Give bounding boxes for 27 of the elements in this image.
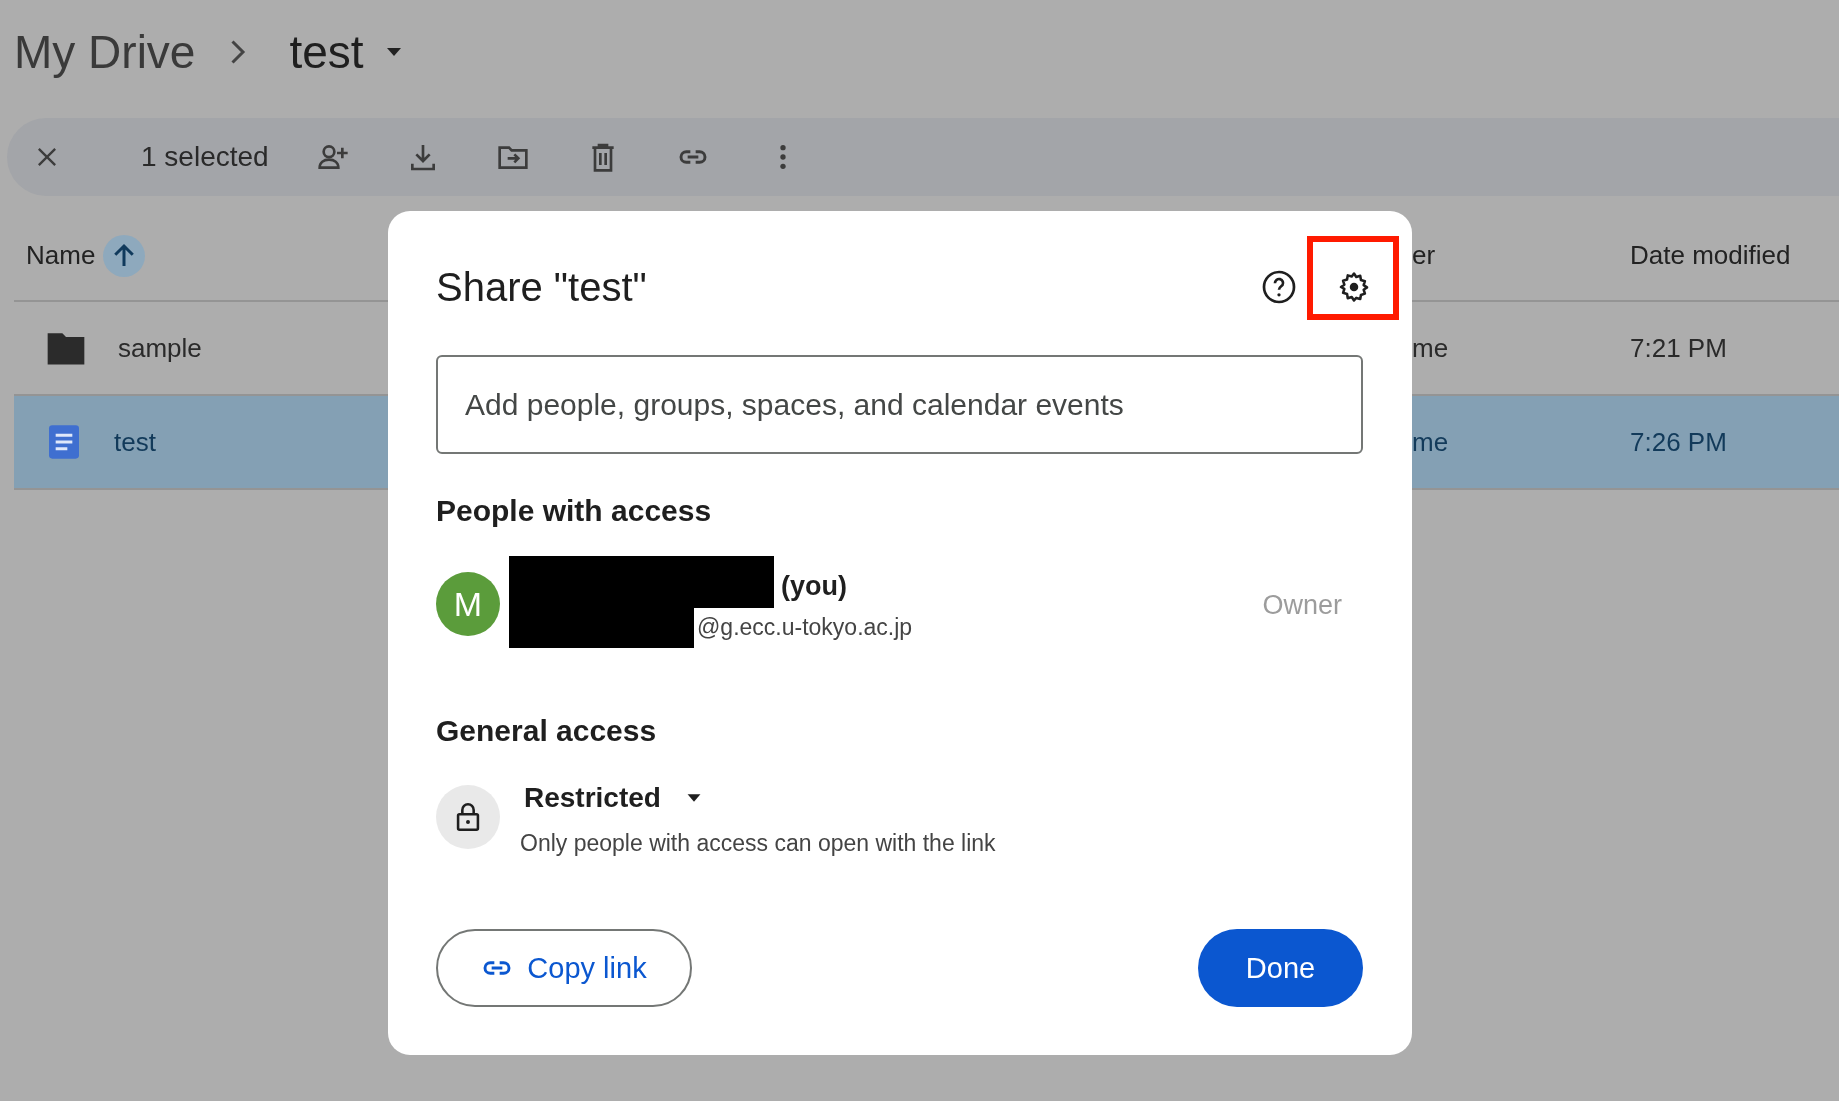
breadcrumb-link[interactable]: My Drive (14, 25, 196, 79)
table-cell-text: me (1412, 332, 1450, 364)
selection-count: 1 selected (141, 141, 269, 173)
section-heading: General access (436, 713, 658, 749)
column-header[interactable]: Date modified (1630, 240, 1839, 271)
done-button[interactable]: Done (1198, 929, 1363, 1007)
folder-title-button[interactable]: test (289, 25, 406, 79)
table-cell-text: me (1412, 426, 1450, 458)
file-name: sample (118, 332, 202, 364)
column-header[interactable]: er (1412, 240, 1630, 271)
column-header[interactable]: Name (26, 240, 96, 271)
person-email: @g.ecc.u-tokyo.ac.jp (697, 614, 913, 641)
table-cell-text: 7:21 PM (1630, 332, 1728, 364)
section-heading: People with access (436, 493, 713, 529)
access-dropdown[interactable]: Restricted (524, 782, 996, 814)
access-description: Only people with access can open with the link (520, 830, 996, 857)
sort-ascending-button[interactable] (103, 234, 146, 277)
copy-link-button[interactable]: Copy link (436, 929, 692, 1007)
table-cell-text: 7:26 PM (1630, 426, 1728, 458)
file-name: test (114, 426, 156, 458)
role-label: Owner (1262, 590, 1342, 621)
person-name: (you) (781, 571, 847, 602)
settings-icon[interactable] (1337, 270, 1371, 304)
add-people-field[interactable]: Add people, groups, spaces, and calendar events (436, 355, 1363, 454)
dialog-title: Share "test" (436, 264, 648, 310)
avatar: M (436, 572, 500, 636)
help-icon[interactable] (1261, 269, 1297, 305)
